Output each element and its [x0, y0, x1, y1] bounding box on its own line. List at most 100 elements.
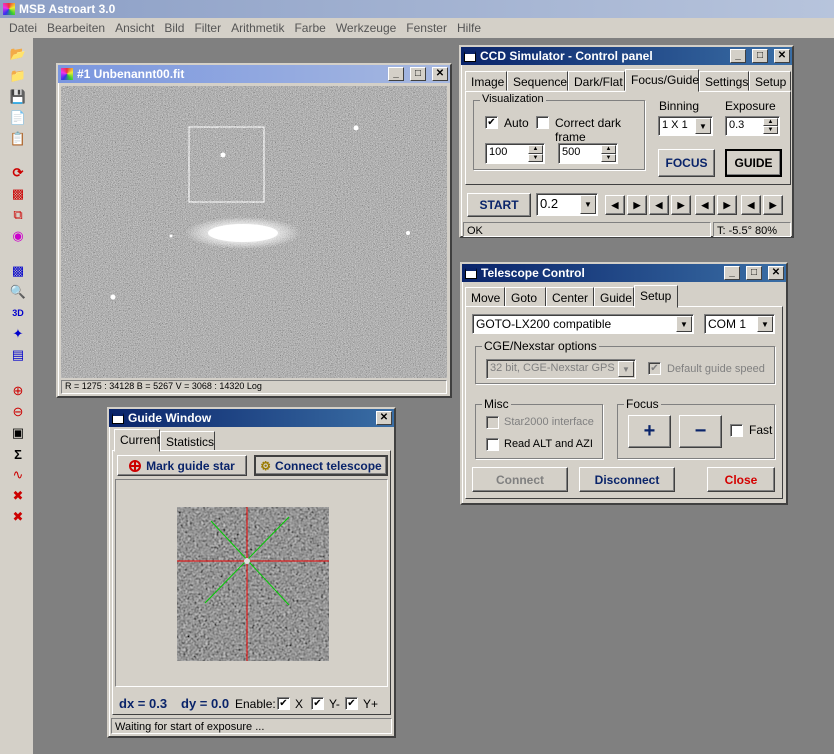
save-icon[interactable]: 💾: [10, 89, 26, 105]
enable-y-plus-checkbox[interactable]: ✔: [345, 697, 358, 710]
close-button[interactable]: Close: [707, 467, 775, 492]
telescope-title: Telescope Control: [481, 266, 585, 280]
guide-button[interactable]: GUIDE: [725, 149, 782, 177]
chevron-down-icon[interactable]: ▼: [757, 316, 773, 332]
menu-ansicht[interactable]: Ansicht: [110, 21, 159, 35]
tab-settings[interactable]: Settings: [699, 71, 749, 91]
menu-farbe[interactable]: Farbe: [289, 21, 330, 35]
open-files-icon[interactable]: 📁: [10, 68, 26, 84]
telescope-driver-select[interactable]: GOTO-LX200 compatible ▼: [472, 314, 694, 334]
chevron-down-icon[interactable]: ▼: [676, 316, 692, 332]
maximize-button[interactable]: □: [410, 67, 426, 81]
image-status-bar: R = 1275 : 34128 B = 5267 V = 3068 : 143…: [61, 380, 447, 394]
left-toolbar: 📂 📁 💾 📄 📋 ⟳ ▩ ⧉ ◉ ▩ 🔍 3D ✦ ▤ ⊕ ⊖ ▣ Σ ∿ ✖…: [0, 38, 34, 754]
disconnect-button[interactable]: Disconnect: [579, 467, 675, 492]
exposure-spinner[interactable]: 0.3 ▲ ▼: [725, 116, 780, 136]
transform-icon[interactable]: ▩: [10, 186, 26, 202]
dark-frame-checkbox[interactable]: [536, 116, 549, 129]
telescope-titlebar: Telescope Control _ □ ✕: [462, 264, 786, 282]
binning-select[interactable]: 1 X 1 ▼: [658, 116, 713, 136]
guide-titlebar: Guide Window ✕: [109, 409, 394, 427]
low-level-spinner[interactable]: 100 ▲ ▼: [485, 143, 545, 164]
clipboard-icon[interactable]: ▤: [10, 347, 26, 363]
tab-image[interactable]: Image: [465, 71, 507, 91]
tab-center[interactable]: Center: [546, 287, 594, 307]
menu-hilfe[interactable]: Hilfe: [452, 21, 486, 35]
close-button[interactable]: ✕: [774, 49, 790, 63]
histogram-icon[interactable]: ▩: [10, 263, 26, 279]
refresh-icon[interactable]: ⟳: [10, 165, 26, 181]
com-port-select[interactable]: COM 1 ▼: [704, 314, 775, 334]
layers-icon[interactable]: ⧉: [10, 207, 26, 223]
auto-checkbox[interactable]: ✔: [485, 116, 498, 129]
tab-dark-flat[interactable]: Dark/Flat: [568, 71, 625, 91]
expand-icon[interactable]: ✖: [10, 488, 26, 504]
fast-label: Fast: [749, 423, 773, 437]
tab-setup[interactable]: Setup: [749, 71, 791, 91]
visualization-group: Visualization ✔ Auto Correct dark frame …: [473, 93, 645, 170]
astro-image[interactable]: [61, 86, 447, 378]
nav-right-icon[interactable]: ▶: [671, 195, 691, 215]
tab-guide[interactable]: Guide: [594, 287, 634, 307]
sum-icon[interactable]: Σ: [10, 446, 26, 462]
menu-bearbeiten[interactable]: Bearbeiten: [42, 21, 110, 35]
plot-icon[interactable]: ∿: [10, 467, 26, 483]
focus-button[interactable]: FOCUS: [658, 149, 715, 177]
read-alt-azi-checkbox[interactable]: [486, 438, 499, 451]
mark-guide-star-button[interactable]: Mark guide star: [117, 455, 247, 476]
connect-telescope-button[interactable]: ⚙ Connect telescope: [254, 455, 388, 476]
guide-star-image[interactable]: [177, 507, 329, 661]
enable-y-minus-checkbox[interactable]: ✔: [311, 697, 324, 710]
maximize-button[interactable]: □: [746, 266, 762, 280]
nav-right-icon[interactable]: ▶: [717, 195, 737, 215]
zoom-in-icon[interactable]: ⊕: [10, 383, 26, 399]
tab-focus-guide[interactable]: Focus/Guide: [625, 69, 699, 92]
maximize-button[interactable]: □: [752, 49, 768, 63]
tab-statistics[interactable]: Statistics: [160, 431, 215, 451]
fit-window-icon[interactable]: ▣: [10, 425, 26, 441]
fast-checkbox[interactable]: [730, 424, 743, 437]
open-folder-icon[interactable]: 📂: [10, 46, 26, 62]
focus-minus-button[interactable]: −: [679, 415, 722, 448]
zoom-region-icon[interactable]: 🔍: [10, 284, 26, 300]
close-button[interactable]: ✕: [432, 67, 448, 81]
focus-plus-button[interactable]: +: [628, 415, 671, 448]
tab-goto[interactable]: Goto: [505, 287, 546, 307]
menu-filter[interactable]: Filter: [189, 21, 226, 35]
chevron-down-icon[interactable]: ▼: [695, 118, 711, 134]
menu-bild[interactable]: Bild: [159, 21, 189, 35]
minimize-button[interactable]: _: [724, 266, 740, 280]
zoom-out-icon[interactable]: ⊖: [10, 404, 26, 420]
enable-x-checkbox[interactable]: ✔: [277, 697, 290, 710]
nav-left-icon[interactable]: ◀: [695, 195, 715, 215]
chevron-down-icon[interactable]: ▼: [580, 195, 596, 214]
color-icon[interactable]: ◉: [10, 228, 26, 244]
close-button[interactable]: ✕: [376, 411, 392, 425]
minimize-button[interactable]: _: [730, 49, 746, 63]
nav-left-icon[interactable]: ◀: [741, 195, 761, 215]
close-button[interactable]: ✕: [768, 266, 784, 280]
nav-left-icon[interactable]: ◀: [649, 195, 669, 215]
minimize-button[interactable]: _: [388, 67, 404, 81]
tab-setup[interactable]: Setup: [634, 285, 678, 308]
nav-left-icon[interactable]: ◀: [605, 195, 625, 215]
menu-arithmetik[interactable]: Arithmetik: [226, 21, 289, 35]
menu-fenster[interactable]: Fenster: [401, 21, 452, 35]
copy-icon[interactable]: 📄: [10, 110, 26, 126]
paste-icon[interactable]: 📋: [10, 131, 26, 147]
menu-werkzeuge[interactable]: Werkzeuge: [331, 21, 401, 35]
tab-sequence[interactable]: Sequence: [507, 71, 568, 91]
image-window-title: #1 Unbenannt00.fit: [77, 67, 185, 81]
high-level-spinner[interactable]: 500 ▲ ▼: [558, 143, 618, 164]
start-interval-select[interactable]: 0.2 ▼: [536, 193, 598, 216]
menu-datei[interactable]: Datei: [4, 21, 42, 35]
stars-icon[interactable]: ✦: [10, 326, 26, 342]
tab-move[interactable]: Move: [465, 287, 505, 307]
tab-current[interactable]: Current: [114, 429, 160, 452]
3d-view-icon[interactable]: 3D: [10, 305, 26, 321]
shrink-icon[interactable]: ✖: [10, 509, 26, 525]
nav-right-icon[interactable]: ▶: [763, 195, 783, 215]
ccd-temperature: T: -5.5° 80%: [713, 222, 791, 237]
nav-right-icon[interactable]: ▶: [627, 195, 647, 215]
start-button[interactable]: START: [467, 193, 531, 217]
